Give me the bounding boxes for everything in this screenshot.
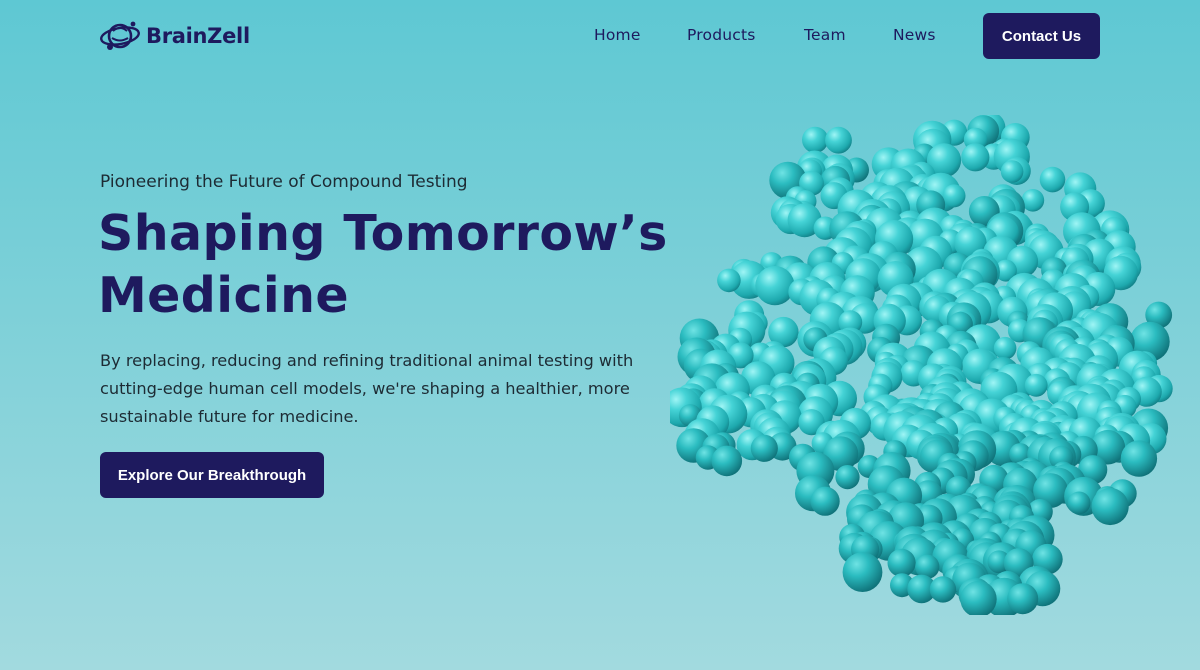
molecule-atom bbox=[717, 268, 741, 293]
nav-link-products[interactable]: Products bbox=[687, 26, 756, 44]
molecule-atom bbox=[711, 445, 743, 477]
hero-title-line-2: Medicine bbox=[98, 267, 350, 324]
molecule-atom bbox=[1007, 583, 1039, 615]
contact-us-button[interactable]: Contact Us bbox=[983, 13, 1100, 59]
molecule-atom bbox=[1120, 440, 1158, 477]
molecule-atom bbox=[1021, 189, 1045, 212]
molecule-atom bbox=[802, 126, 829, 153]
molecule-atom bbox=[835, 465, 860, 490]
hero-title-line-1: Shaping Tomorrow’s bbox=[98, 205, 668, 262]
molecule-atom bbox=[993, 336, 1017, 360]
molecule-atom bbox=[1067, 491, 1091, 515]
protein-molecule-illustration bbox=[670, 115, 1173, 615]
hero-eyebrow: Pioneering the Future of Compound Testin… bbox=[100, 172, 468, 192]
hero-title: Shaping Tomorrow’s Medicine bbox=[98, 203, 698, 327]
hero-description: By replacing, reducing and refining trad… bbox=[100, 351, 634, 426]
molecule-atom bbox=[1024, 373, 1048, 397]
nav-link-team[interactable]: Team bbox=[804, 26, 846, 44]
molecule-atom bbox=[1039, 166, 1066, 193]
molecule-atom bbox=[750, 434, 778, 462]
nav-link-news[interactable]: News bbox=[893, 26, 936, 44]
molecule-atoms bbox=[670, 115, 1173, 615]
molecule-atom bbox=[961, 143, 990, 172]
molecule-atom bbox=[887, 548, 916, 577]
molecule-atom bbox=[1000, 160, 1024, 183]
nav-link-home[interactable]: Home bbox=[594, 26, 641, 44]
molecule-atom bbox=[755, 266, 795, 306]
molecule-atom bbox=[842, 552, 883, 592]
top-navigation: BrainZell Home Products Team News Contac… bbox=[0, 0, 1200, 72]
explore-breakthrough-button[interactable]: Explore Our Breakthrough bbox=[100, 452, 324, 498]
molecule-atom bbox=[942, 184, 966, 208]
molecule-atom bbox=[929, 576, 957, 603]
molecule-atom bbox=[810, 486, 840, 516]
molecule-atom bbox=[1091, 487, 1129, 526]
molecule-atom bbox=[825, 126, 852, 154]
